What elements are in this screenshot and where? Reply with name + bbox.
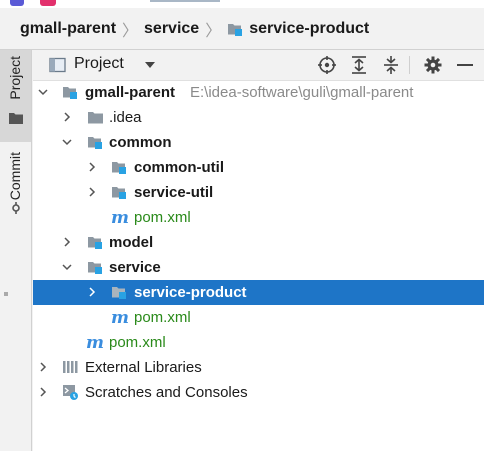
tree-row-model[interactable]: model	[33, 230, 484, 255]
chevron-right-icon[interactable]	[62, 112, 72, 122]
window-top-strip	[0, 0, 484, 8]
module-folder-icon	[88, 262, 102, 274]
divider	[150, 0, 220, 2]
gear-icon[interactable]	[423, 55, 443, 75]
tree-row-service[interactable]: service	[33, 255, 484, 280]
maven-icon: m	[111, 208, 129, 228]
tree-label: pom.xml	[134, 209, 191, 226]
tree-row-idea[interactable]: .idea	[33, 105, 484, 130]
module-folder-icon	[227, 21, 244, 37]
breadcrumb: gmall-parent 〉 service 〉 service-product	[0, 8, 484, 50]
module-folder-icon	[63, 87, 77, 99]
app-icon	[10, 0, 24, 6]
chevron-right-icon[interactable]	[87, 162, 97, 172]
app-icon	[40, 0, 56, 6]
locate-icon[interactable]	[317, 55, 337, 75]
project-view-title[interactable]: Project	[74, 55, 124, 73]
toolbar-divider	[409, 56, 410, 74]
maven-icon: m	[111, 308, 129, 328]
sidebar-tab-commit-label: Commit	[7, 152, 23, 201]
chevron-right-icon[interactable]	[87, 187, 97, 197]
tree-label: .idea	[109, 109, 142, 126]
chevron-right-icon[interactable]	[38, 387, 48, 397]
tree-row-external-libraries[interactable]: External Libraries	[33, 355, 484, 380]
scratches-icon	[63, 385, 78, 400]
tree-row-service-product[interactable]: service-product	[33, 280, 484, 305]
tree-label: pom.xml	[134, 309, 191, 326]
tree-label: service	[109, 259, 161, 276]
tree-label: common	[109, 134, 172, 151]
tree-label: model	[109, 234, 154, 251]
tree-label: service-util	[134, 184, 214, 201]
expand-all-icon[interactable]	[349, 55, 369, 75]
module-folder-icon	[88, 137, 102, 149]
tree-label: gmall-parent	[85, 84, 176, 101]
tree-label: Scratches and Consoles	[85, 384, 248, 401]
tree-row-gmall-parent[interactable]: gmall-parent E:\idea-software\guli\gmall…	[33, 80, 484, 105]
tree-row-service-pom[interactable]: m pom.xml	[33, 305, 484, 330]
tree-row-scratches[interactable]: Scratches and Consoles	[33, 380, 484, 405]
tree-row-root-pom[interactable]: m pom.xml	[33, 330, 484, 355]
commit-icon	[12, 202, 20, 214]
chevron-down-icon[interactable]	[62, 262, 72, 272]
folder-icon	[9, 113, 23, 124]
tree-row-common-util[interactable]: common-util	[33, 155, 484, 180]
left-tool-strip: Project Commit	[0, 50, 32, 451]
sidebar-tab-project-label: Project	[7, 56, 23, 100]
sidebar-tab-project[interactable]: Project	[0, 50, 31, 142]
chevron-right-icon: 〉	[205, 22, 222, 40]
minimize-icon[interactable]	[455, 55, 475, 75]
chevron-down-icon[interactable]	[62, 137, 72, 147]
chevron-right-icon: 〉	[122, 22, 139, 40]
maven-icon: m	[86, 333, 104, 353]
tree-row-common[interactable]: common	[33, 130, 484, 155]
tree-label: pom.xml	[109, 334, 166, 351]
project-panel: Project gmall-parent E:\idea-software\gu…	[33, 50, 484, 451]
scroll-marker	[4, 292, 8, 296]
project-toolbar: Project	[33, 50, 484, 81]
breadcrumb-item-service[interactable]: service	[144, 20, 199, 38]
chevron-right-icon[interactable]	[87, 287, 97, 297]
breadcrumb-item-service-product[interactable]: service-product	[249, 20, 369, 38]
module-folder-icon	[112, 187, 126, 199]
breadcrumb-item-gmall-parent[interactable]: gmall-parent	[20, 20, 116, 38]
dropdown-arrow-icon[interactable]	[145, 62, 155, 68]
tree-row-common-pom[interactable]: m pom.xml	[33, 205, 484, 230]
chevron-down-icon[interactable]	[38, 87, 48, 97]
library-icon	[63, 361, 78, 373]
folder-icon	[88, 112, 103, 124]
collapse-all-icon[interactable]	[381, 55, 401, 75]
tree-label: External Libraries	[85, 359, 202, 376]
project-view-icon	[49, 57, 66, 73]
tree-label: service-product	[134, 284, 247, 301]
chevron-right-icon[interactable]	[62, 237, 72, 247]
chevron-right-icon[interactable]	[38, 362, 48, 372]
sidebar-tab-commit[interactable]: Commit	[0, 146, 31, 226]
module-folder-icon	[88, 237, 102, 249]
tree-path-hint: E:\idea-software\guli\gmall-parent	[190, 84, 414, 101]
tree-label: common-util	[134, 159, 224, 176]
module-folder-icon	[112, 287, 126, 299]
tree-row-service-util[interactable]: service-util	[33, 180, 484, 205]
module-folder-icon	[112, 162, 126, 174]
